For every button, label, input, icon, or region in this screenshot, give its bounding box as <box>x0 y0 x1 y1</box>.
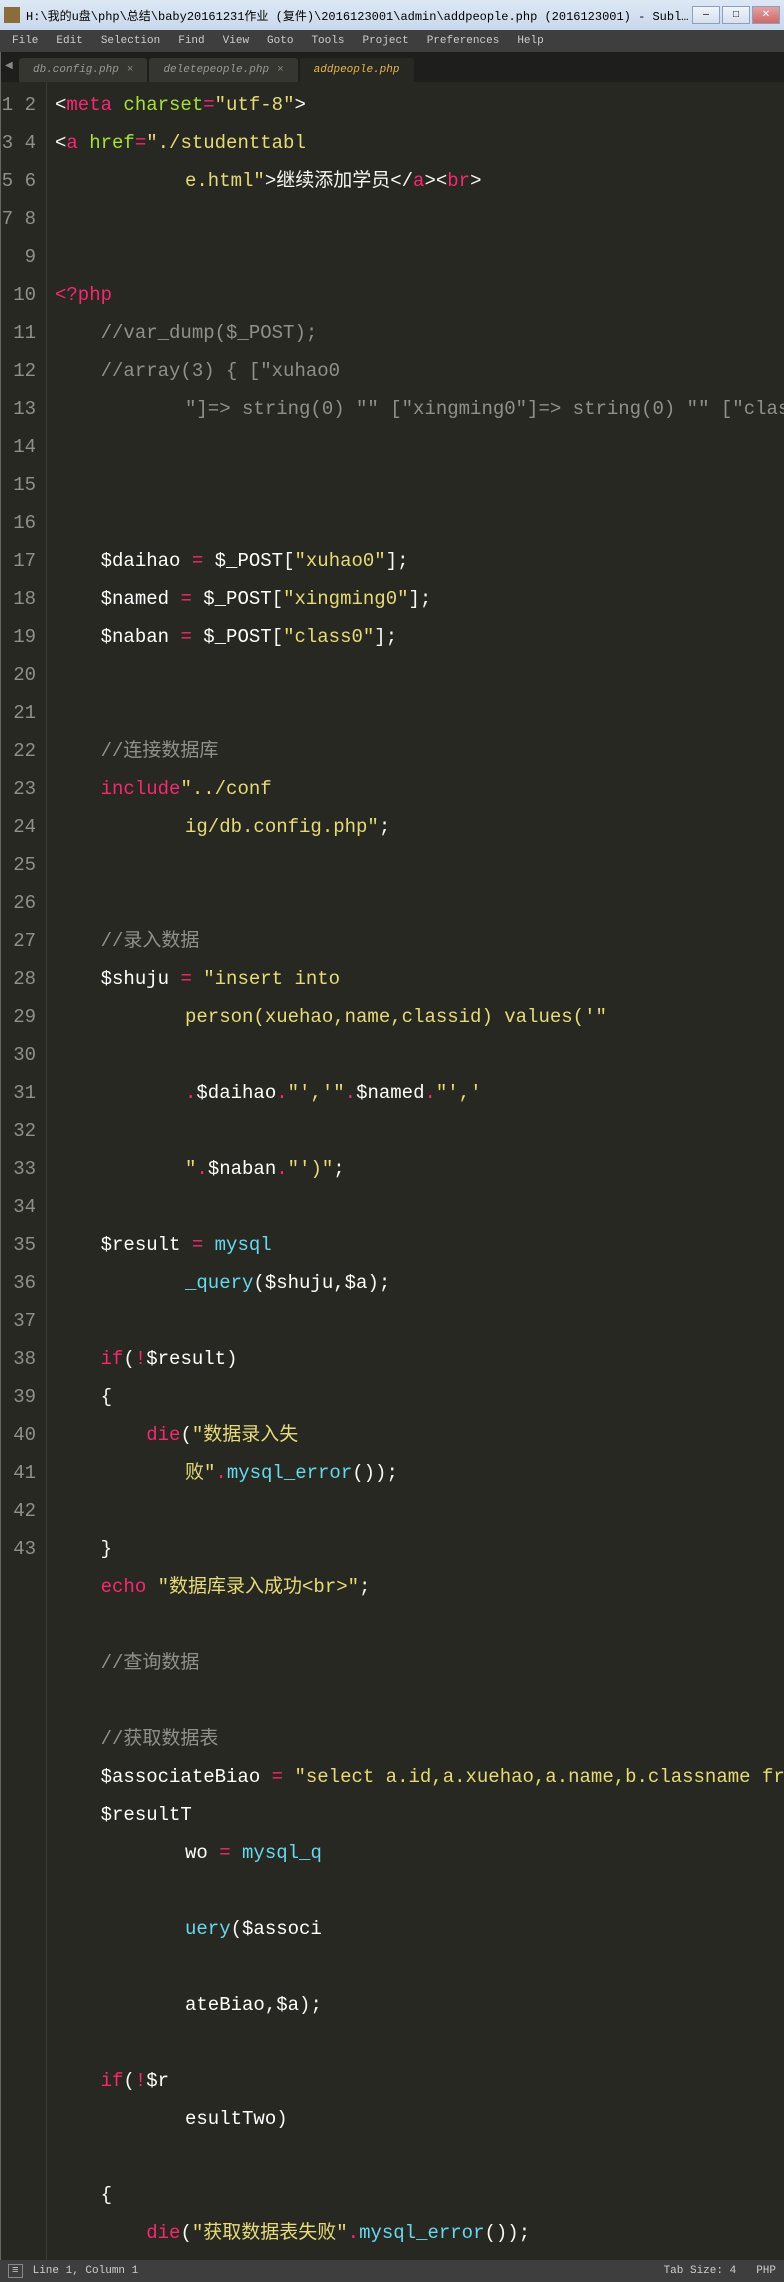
tab-bar: db.config.php×deletepeople.php×addpeople… <box>1 52 784 82</box>
close-icon[interactable]: × <box>127 64 134 76</box>
menu-project[interactable]: Project <box>354 33 416 49</box>
tab-addpeople-php[interactable]: addpeople.php <box>300 58 414 82</box>
menu-edit[interactable]: Edit <box>48 33 90 49</box>
code-editor[interactable]: <meta charset="utf-8"> <a href="./studen… <box>47 82 784 2260</box>
menu-help[interactable]: Help <box>509 33 551 49</box>
close-icon[interactable]: × <box>277 64 284 76</box>
statusbar: ≡ Line 1, Column 1 Tab Size: 4 PHP <box>0 2260 784 2282</box>
tab-scroll-icon[interactable]: ◀ <box>5 60 13 72</box>
editor-area: ◀ db.config.php×deletepeople.php×addpeop… <box>1 52 784 2260</box>
tab-db-config-php[interactable]: db.config.php× <box>19 58 147 82</box>
menu-find[interactable]: Find <box>170 33 212 49</box>
menu-tools[interactable]: Tools <box>303 33 352 49</box>
window-controls: — □ ✕ <box>692 6 780 24</box>
syntax-mode[interactable]: PHP <box>756 2265 776 2277</box>
minimize-button[interactable]: — <box>692 6 720 24</box>
line-gutter: 1 2 3 4 5 6 7 8 9 10 11 12 13 14 15 16 1… <box>1 82 47 2260</box>
tab-deletepeople-php[interactable]: deletepeople.php× <box>149 58 297 82</box>
maximize-button[interactable]: □ <box>722 6 750 24</box>
cursor-position: Line 1, Column 1 <box>33 2265 139 2277</box>
titlebar: H:\我的u盘\php\总结\baby20161231作业 (复件)\20161… <box>0 0 784 30</box>
close-button[interactable]: ✕ <box>752 6 780 24</box>
menu-file[interactable]: File <box>4 33 46 49</box>
menu-goto[interactable]: Goto <box>259 33 301 49</box>
switch-project-icon[interactable]: ≡ <box>8 2264 23 2278</box>
menu-preferences[interactable]: Preferences <box>419 33 508 49</box>
app-icon <box>4 7 20 23</box>
window-title: H:\我的u盘\php\总结\baby20161231作业 (复件)\20161… <box>26 7 692 24</box>
menu-view[interactable]: View <box>215 33 257 49</box>
tab-size[interactable]: Tab Size: 4 <box>664 2265 737 2277</box>
menu-selection[interactable]: Selection <box>93 33 168 49</box>
menubar: FileEditSelectionFindViewGotoToolsProjec… <box>0 30 784 52</box>
